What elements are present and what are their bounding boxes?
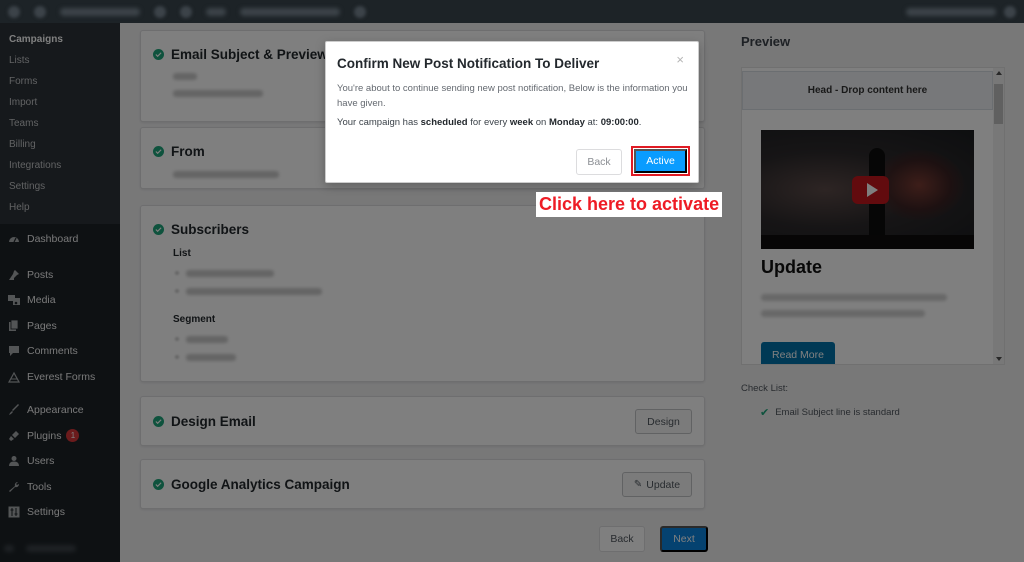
admin-bar-icon[interactable] — [354, 5, 366, 18]
wordpress-logo-icon[interactable] — [8, 5, 20, 18]
active-button[interactable]: Active — [634, 149, 687, 173]
dialog-back-button[interactable]: Back — [576, 149, 622, 175]
admin-bar — [0, 0, 1024, 23]
account-name-obscured[interactable] — [906, 7, 996, 16]
home-icon[interactable] — [34, 5, 46, 18]
instruction-annotation: Click here to activate — [536, 192, 723, 217]
dialog-intro: You're about to continue sending new pos… — [337, 83, 688, 109]
admin-bar-item-obscured[interactable] — [240, 7, 340, 16]
close-icon[interactable]: × — [676, 52, 684, 67]
schedule-summary: Your campaign has scheduled for every we… — [337, 117, 642, 128]
avatar[interactable] — [1004, 5, 1016, 18]
comments-icon[interactable] — [154, 5, 166, 18]
new-label-obscured[interactable] — [206, 7, 226, 16]
active-button-highlight: Active — [631, 146, 690, 176]
dialog-body: You're about to continue sending new pos… — [337, 81, 689, 130]
new-content-icon[interactable] — [180, 5, 192, 18]
site-name-obscured[interactable] — [60, 7, 140, 16]
confirm-dialog: Confirm New Post Notification To Deliver… — [325, 41, 699, 183]
dialog-title: Confirm New Post Notification To Deliver — [337, 56, 600, 71]
